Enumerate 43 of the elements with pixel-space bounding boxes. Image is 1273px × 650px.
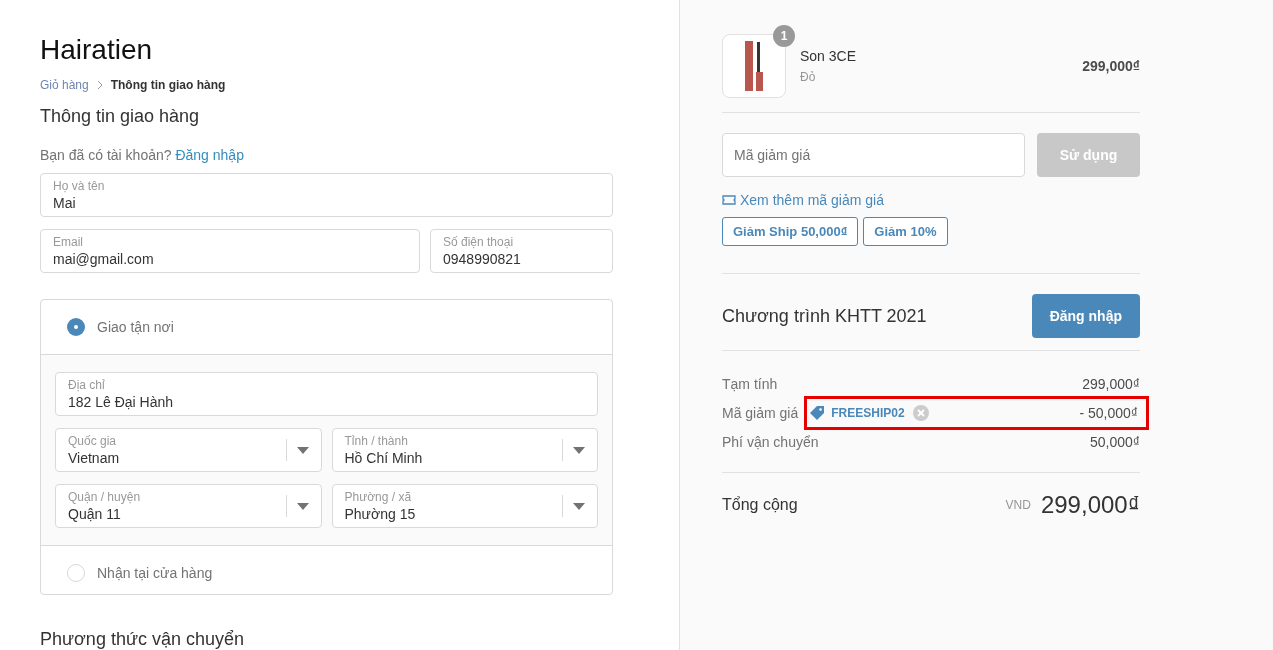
shop-name: Hairatien xyxy=(40,33,154,67)
lipstick-drawing xyxy=(744,39,764,93)
input-field[interactable]: Địa chỉ 182 Lê Đại Hành xyxy=(55,372,598,416)
total-value: 299,000₫ xyxy=(1040,491,1140,519)
input-field[interactable]: Họ và tên Mai xyxy=(40,173,613,217)
summary-label: Phí vận chuyển xyxy=(722,433,819,450)
input-field[interactable]: Email mai@gmail.com xyxy=(40,229,420,273)
loyalty-title: Chương trình KHTT 2021 xyxy=(722,305,927,327)
summary-value: 50,000₫ xyxy=(1090,433,1140,450)
option-label: Giao tận nơi xyxy=(97,319,174,335)
select-field[interactable]: Tỉnh / thành Hồ Chí Minh xyxy=(331,428,598,472)
chevron-icon xyxy=(96,80,103,90)
select-field[interactable]: Quốc gia Vietnam xyxy=(55,428,322,472)
section-title: Phương thức vận chuyển xyxy=(40,629,246,650)
product-variant: Đỏ xyxy=(800,70,817,84)
currency-label: VND xyxy=(1005,498,1031,512)
tag-icon xyxy=(809,404,826,421)
breadcrumb-link[interactable]: Giỏ hàng xyxy=(40,78,89,92)
radio-button[interactable] xyxy=(67,563,85,582)
summary-value: 299,000₫ xyxy=(1082,375,1140,392)
summary-label: Tạm tính xyxy=(722,375,778,392)
caret-icon xyxy=(573,502,585,510)
discount-code: FREESHIP02 xyxy=(831,405,905,420)
caret-icon xyxy=(296,446,309,454)
summary-label: Mã giảm giá xyxy=(722,404,799,421)
ticket-icon xyxy=(722,195,736,205)
caret-icon xyxy=(296,502,309,510)
product-price: 299,000₫ xyxy=(1082,58,1140,74)
select-field[interactable]: Phường / xã Phường 15 xyxy=(331,484,598,528)
radio-button[interactable] xyxy=(67,318,85,336)
product-name: Son 3CE xyxy=(800,48,857,64)
section-title: Thông tin giao hàng xyxy=(40,106,201,127)
login-link[interactable]: Đăng nhập xyxy=(175,147,244,163)
remove-icon[interactable] xyxy=(912,404,929,421)
input-field[interactable]: Số điện thoại 0948990821 xyxy=(430,229,613,273)
login-button[interactable]: Đăng nhập xyxy=(1031,294,1140,338)
login-prompt: Bạn đã có tài khoản? Đăng nhập xyxy=(40,147,245,163)
total-label: Tổng cộng xyxy=(722,496,798,514)
quantity-badge: 1 xyxy=(773,25,795,47)
option-label: Nhận tại cửa hàng xyxy=(97,564,213,581)
summary-value: - 50,000₫ xyxy=(1079,404,1138,421)
caret-icon xyxy=(573,446,585,454)
select-field[interactable]: Quận / huyện Quận 11 xyxy=(55,484,322,528)
